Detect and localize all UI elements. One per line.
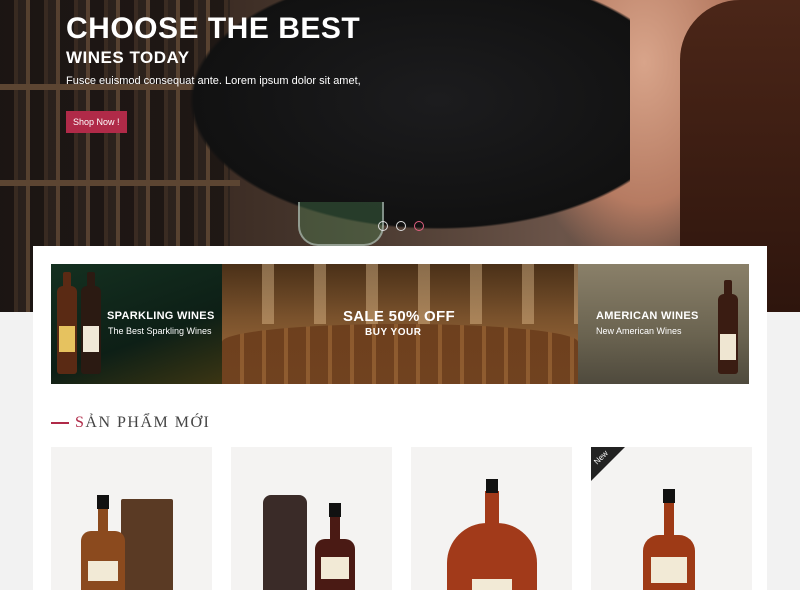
banner-subtitle: BUY YOUR	[365, 327, 422, 338]
hero-title: CHOOSE THE BEST	[66, 12, 361, 45]
slider-dot-2[interactable]	[396, 221, 406, 231]
bottle-image	[447, 479, 537, 590]
main-content: SPARKLING WINES The Best Sparkling Wines…	[33, 246, 767, 590]
slider-dot-1[interactable]	[378, 221, 388, 231]
wine-glass-image	[298, 202, 384, 246]
banner-title: SPARKLING WINES	[107, 310, 215, 322]
section-title: SẢN PHẨM MỚI	[75, 414, 211, 431]
product-card[interactable]	[411, 447, 572, 590]
bottle-image	[315, 503, 355, 590]
banner-sale[interactable]: SALE 50% OFF BUY YOUR	[222, 264, 578, 384]
slider-dot-3[interactable]	[414, 221, 424, 231]
wine-bottle-image	[718, 280, 738, 374]
banner-subtitle: New American Wines	[596, 326, 682, 336]
banner-title: AMERICAN WINES	[596, 310, 699, 322]
bottle-image	[643, 489, 695, 590]
gift-tube-image	[263, 495, 307, 590]
shop-now-button[interactable]: Shop Now !	[66, 111, 127, 133]
hero-text: Fusce euismod consequat ante. Lorem ipsu…	[66, 75, 361, 87]
banner-subtitle: The Best Sparkling Wines	[108, 326, 212, 336]
gift-box-image	[121, 499, 173, 590]
banner-american-wines[interactable]: AMERICAN WINES New American Wines	[578, 264, 749, 384]
product-card[interactable]	[231, 447, 392, 590]
banner-title: SALE 50% OFF	[343, 308, 455, 325]
product-card[interactable]: New	[591, 447, 752, 590]
promo-banners: SPARKLING WINES The Best Sparkling Wines…	[51, 264, 749, 384]
hero-subtitle: WINES TODAY	[66, 48, 190, 67]
slider-pagination	[378, 221, 424, 231]
product-grid: New	[51, 447, 752, 590]
wine-bottle-image	[57, 272, 77, 374]
product-card[interactable]	[51, 447, 212, 590]
wine-bottle-image	[81, 272, 101, 374]
bottle-image	[81, 495, 125, 590]
section-heading: SẢN PHẨM MỚI	[51, 414, 210, 432]
heading-accent-line	[51, 422, 69, 424]
banner-sparkling-wines[interactable]: SPARKLING WINES The Best Sparkling Wines	[51, 264, 222, 384]
